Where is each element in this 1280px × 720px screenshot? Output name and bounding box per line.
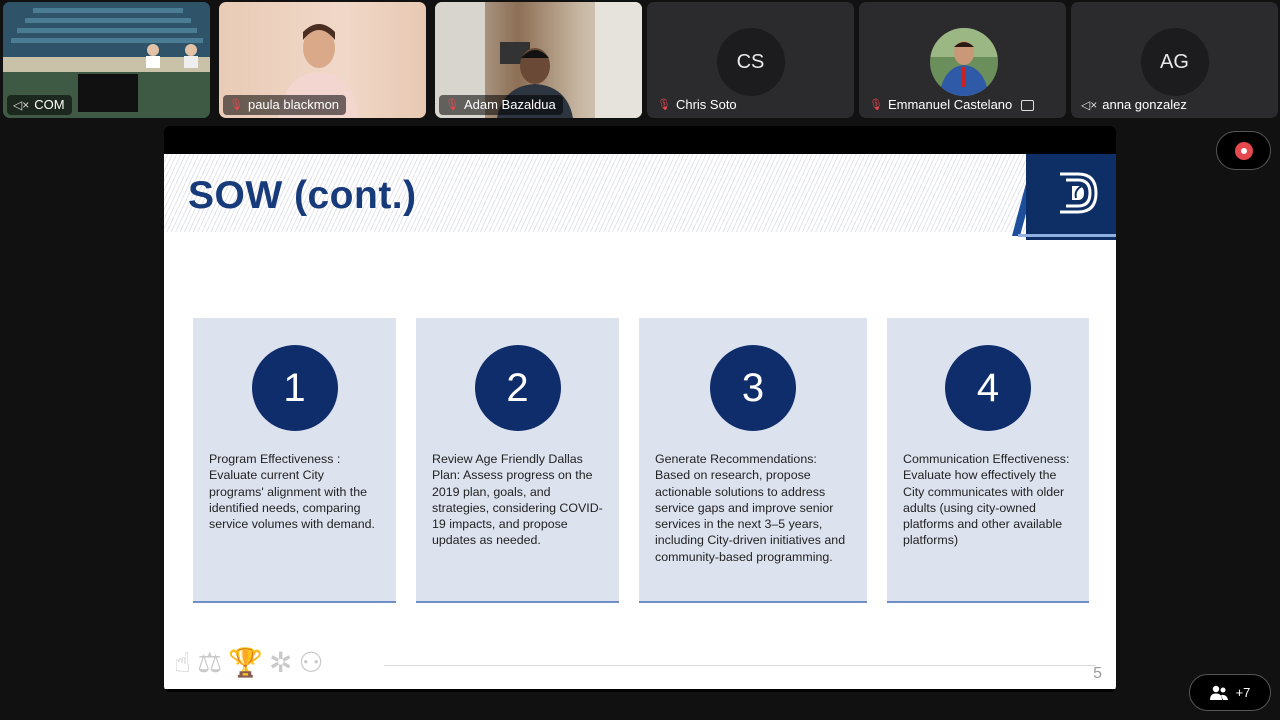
people-icon: ⚇ xyxy=(298,646,324,678)
card-text: Generate Recommendations: Based on resea… xyxy=(655,452,846,564)
participant-label: 🎙 Chris Soto xyxy=(651,95,744,115)
step-number-circle: 3 xyxy=(710,345,796,431)
footer-divider xyxy=(384,665,1096,666)
participant-label: ◁× anna gonzalez xyxy=(1075,95,1194,115)
logo-underline xyxy=(1018,234,1116,237)
record-icon xyxy=(1234,141,1253,160)
participant-tile-adam-bazaldua[interactable]: 🎙 Adam Bazaldua xyxy=(435,2,642,118)
step-number-circle: 4 xyxy=(945,345,1031,431)
participant-tile-paula-blackmon[interactable]: 🎙 paula blackmon xyxy=(219,2,426,118)
screen-share-view: SOW (cont.) 1 Program Effectiveness : Ev… xyxy=(164,126,1116,692)
trophy-icon: 🏆 xyxy=(228,646,264,678)
participant-name: Chris Soto xyxy=(675,97,737,112)
participants-count: +7 xyxy=(1235,685,1251,700)
card-text: Communication Effectiveness: Evaluate ho… xyxy=(903,452,1070,548)
participant-tile-com[interactable]: ◁× COM xyxy=(3,2,210,118)
step-number-circle: 2 xyxy=(474,345,561,431)
dallas-logo-icon xyxy=(1060,172,1098,214)
participant-label: 🎙 paula blackmon xyxy=(223,95,347,115)
scales-icon: ⚖ xyxy=(197,646,223,678)
record-button[interactable] xyxy=(1216,131,1271,170)
helping-hand-icon: ☝ xyxy=(174,646,192,678)
city-of-dallas-logo xyxy=(1026,154,1116,240)
slide-page-number: 5 xyxy=(1093,665,1102,682)
card-text: Review Age Friendly Dallas Plan: Assess … xyxy=(432,452,603,548)
participant-label: 🎙 Emmanuel Castelano xyxy=(863,95,1041,115)
sow-card-4: 4 Communication Effectiveness: Evaluate … xyxy=(887,318,1089,603)
mic-muted-icon: 🎙 xyxy=(657,99,671,111)
participant-name: anna gonzalez xyxy=(1102,97,1187,112)
participant-label: ◁× COM xyxy=(7,95,72,115)
sow-card-3: 3 Generate Recommendations: Based on res… xyxy=(639,318,867,603)
footer-icons: ☝ ⚖ 🏆 ✲ ⚇ xyxy=(174,644,324,680)
step-number-circle: 1 xyxy=(251,345,338,431)
mic-muted-icon: 🎙 xyxy=(445,99,459,111)
meeting-window: ◁× COM 🎙 paula blackmon 🎙 Adam Bazaldua CS … xyxy=(0,0,1280,720)
participant-tile-anna-gonzalez[interactable]: AG ◁× anna gonzalez xyxy=(1071,2,1278,118)
speaker-muted-icon: ◁× xyxy=(13,98,30,112)
participant-tile-emmanuel-castelano[interactable]: 🎙 Emmanuel Castelano xyxy=(859,2,1066,118)
participant-name: paula blackmon xyxy=(247,97,340,112)
mic-muted-icon: 🎙 xyxy=(869,99,883,111)
participant-tile-chris-soto[interactable]: CS 🎙 Chris Soto xyxy=(647,2,854,118)
participant-name: Adam Bazaldua xyxy=(463,97,556,112)
participant-name: COM xyxy=(34,97,65,112)
sow-card-1: 1 Program Effectiveness : Evaluate curre… xyxy=(193,318,396,603)
mic-muted-icon: 🎙 xyxy=(229,99,243,111)
knot-icon: ✲ xyxy=(269,646,293,678)
screen-share-icon xyxy=(1021,99,1035,111)
card-text: Program Effectiveness : Evaluate current… xyxy=(209,452,375,532)
people-icon xyxy=(1209,685,1228,700)
avatar-initials: CS xyxy=(716,28,785,96)
avatar-initials: AG xyxy=(1140,28,1209,96)
participants-button[interactable]: +7 xyxy=(1189,674,1271,711)
avatar xyxy=(930,28,998,96)
sow-card-2: 2 Review Age Friendly Dallas Plan: Asses… xyxy=(416,318,619,603)
participant-name: Emmanuel Castelano xyxy=(887,97,1013,112)
speaker-muted-icon: ◁× xyxy=(1081,98,1098,112)
slide-title: SOW (cont.) xyxy=(188,174,417,217)
presentation-slide: SOW (cont.) 1 Program Effectiveness : Ev… xyxy=(164,154,1116,689)
participant-label: 🎙 Adam Bazaldua xyxy=(439,95,563,115)
